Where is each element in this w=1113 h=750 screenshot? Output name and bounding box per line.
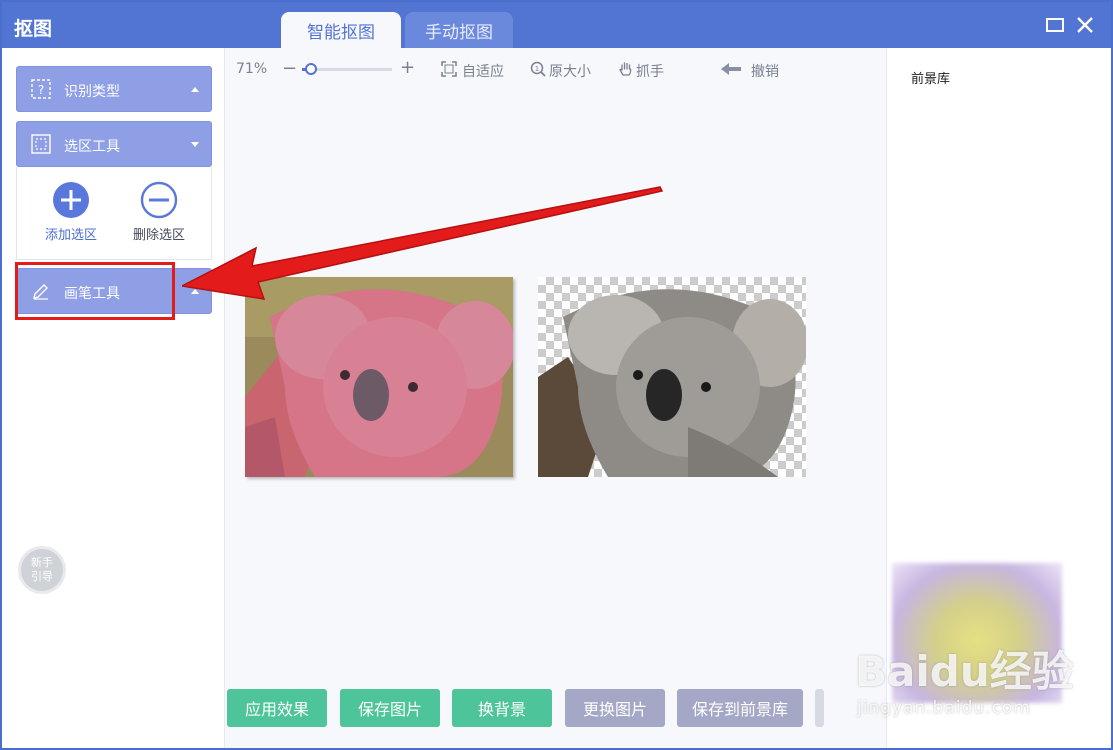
zoom-out-button[interactable]: − [282,58,297,79]
zoom-in-button[interactable]: + [400,57,415,78]
fit-screen-button[interactable]: 自适应 [462,61,504,81]
apply-effect-button[interactable]: 应用效果 [227,689,327,727]
maximize-icon[interactable] [1045,15,1065,35]
annotation-highlight-box [15,262,175,320]
collapse-arrow-icon [191,87,199,92]
recognize-type-section[interactable]: ? 识别类型 [16,66,212,112]
plus-circle-icon [53,182,89,218]
cutout-preview-koala[interactable] [538,277,806,477]
selection-tool-label: 选区工具 [64,139,120,155]
expand-arrow-icon [191,142,199,147]
change-background-button[interactable]: 换背景 [452,689,552,727]
replace-image-button[interactable]: 更换图片 [565,689,665,727]
guide-line-1: 新手 [31,556,53,569]
annotation-arrow-icon [182,186,664,300]
original-photo-koala-marked[interactable] [245,277,513,477]
original-size-button[interactable]: 原大小 [549,61,591,81]
svg-text:?: ? [38,83,44,97]
guide-line-2: 引导 [31,570,53,583]
minus-circle-icon [140,181,178,219]
save-image-button[interactable]: 保存图片 [340,689,440,727]
app-title: 抠图 [14,18,53,40]
tab-manual-cutout[interactable]: 手动抠图 [405,12,513,48]
save-to-foreground-library-button[interactable]: 保存到前景库 [677,689,803,727]
zoom-slider-handle[interactable] [305,63,318,75]
title-bar: 抠图 智能抠图 手动抠图 [2,2,1111,48]
close-icon[interactable] [1075,15,1095,35]
tab-smart-cutout[interactable]: 智能抠图 [281,12,401,48]
left-tool-panel: ? 识别类型 选区工具 添加选区 删除选区 画笔工具 新手 引导 [2,48,225,748]
image-canvas[interactable] [226,86,886,686]
recognize-type-label: 识别类型 [64,84,120,100]
hand-icon[interactable] [618,61,634,77]
undo-button[interactable]: 撤销 [751,61,779,81]
svg-text:1: 1 [535,65,539,73]
add-selection-label: 添加选区 [44,228,97,243]
zoom-level: 71% [236,61,268,77]
fit-screen-icon[interactable] [441,61,457,77]
canvas-toolbar: 71% − + 自适应 1 原大小 抓手 撤销 [226,52,886,86]
watermark-url: jingyan.baidu.com [857,698,1031,718]
foreground-library-title: 前景库 [911,72,951,87]
undo-arrow-icon[interactable] [720,61,742,77]
selection-box-icon [31,134,51,154]
zoom-original-icon[interactable]: 1 [530,61,546,77]
watermark-brand: Baidu经验 [855,647,1074,696]
add-selection-button[interactable]: 添加选区 [31,181,111,243]
hand-tool-button[interactable]: 抓手 [636,61,664,81]
zoom-slider[interactable] [302,63,392,75]
baidu-watermark: Baidu经验 jingyan.baidu.com [855,638,1113,728]
cutout-window: 抠图 智能抠图 手动抠图 ? 识别类型 选区工具 添加选区 删除选区 画笔工具 … [0,0,1113,750]
question-box-icon: ? [31,79,51,99]
beginner-guide-button[interactable]: 新手 引导 [18,546,66,594]
selection-tool-section[interactable]: 选区工具 [16,121,212,167]
more-button[interactable] [815,689,824,727]
